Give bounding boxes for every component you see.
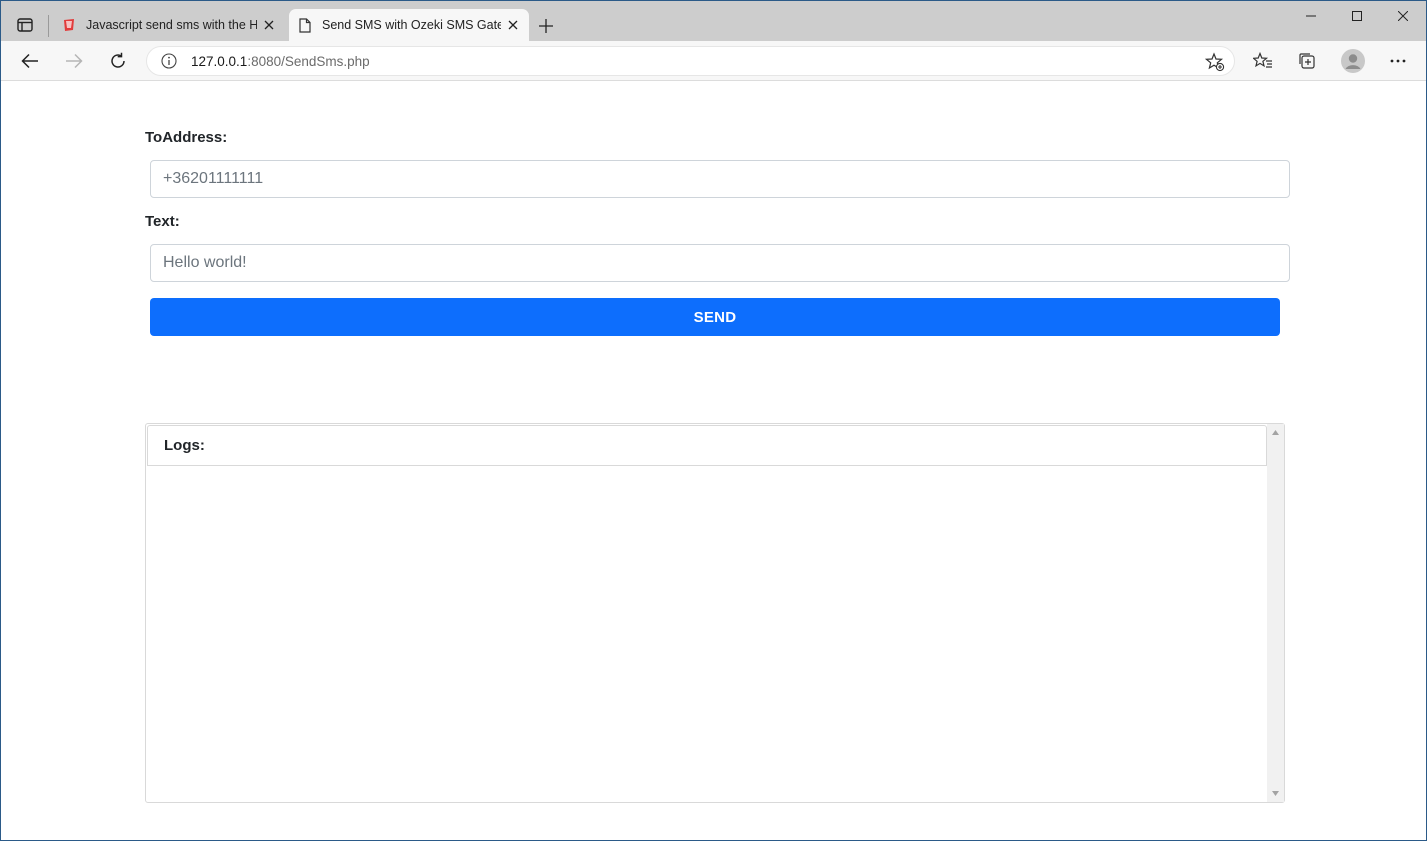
site-info-icon[interactable] (159, 51, 179, 71)
tab-javascript-send-sms[interactable]: Javascript send sms with the HTTP (53, 9, 285, 41)
page-content: ToAddress: +36201111111 Text: Hello worl… (1, 81, 1426, 840)
more-options-icon[interactable] (1382, 45, 1414, 77)
minimize-icon[interactable] (1288, 1, 1334, 31)
logs-header: Logs: (147, 425, 1267, 466)
browser-window: Javascript send sms with the HTTP Send S… (0, 0, 1427, 841)
tab-separator (48, 15, 49, 37)
address-bar[interactable]: 127.0.0.1:8080/SendSms.php (146, 46, 1235, 76)
to-address-label: ToAddress: (145, 129, 228, 146)
logs-scrollbar[interactable] (1267, 424, 1284, 802)
favorites-icon[interactable] (1247, 45, 1279, 77)
scroll-down-arrow-icon[interactable] (1267, 785, 1284, 802)
tab-send-sms-ozeki[interactable]: Send SMS with Ozeki SMS Gateway (289, 9, 529, 41)
window-controls (1288, 1, 1426, 31)
add-favorite-icon[interactable] (1204, 51, 1226, 73)
refresh-icon[interactable] (102, 45, 134, 77)
url-rest: :8080/SendSms.php (247, 53, 370, 69)
tab-close-icon[interactable] (501, 13, 525, 37)
to-address-input[interactable]: +36201111111 (150, 160, 1290, 198)
tab-title: Send SMS with Ozeki SMS Gateway (322, 18, 501, 32)
collections-icon[interactable] (1291, 45, 1323, 77)
profile-avatar-icon[interactable] (1337, 45, 1369, 77)
tab-title: Javascript send sms with the HTTP (86, 18, 257, 32)
maximize-icon[interactable] (1334, 1, 1380, 31)
ozeki-favicon-icon (61, 17, 77, 33)
send-button[interactable]: SEND (150, 298, 1280, 336)
url-host: 127.0.0.1 (191, 53, 248, 69)
browser-toolbar: 127.0.0.1:8080/SendSms.php (1, 41, 1426, 81)
address-url: 127.0.0.1:8080/SendSms.php (191, 54, 370, 69)
new-tab-plus-icon[interactable] (532, 13, 560, 39)
forward-arrow-icon[interactable] (58, 45, 90, 77)
text-input[interactable]: Hello world! (150, 244, 1290, 282)
text-label: Text: (145, 213, 180, 230)
tab-actions-icon[interactable] (9, 10, 41, 40)
back-arrow-icon[interactable] (14, 45, 46, 77)
page-icon (297, 17, 313, 33)
tab-strip: Javascript send sms with the HTTP Send S… (1, 1, 1426, 41)
scroll-up-arrow-icon[interactable] (1267, 424, 1284, 441)
window-close-icon[interactable] (1380, 1, 1426, 31)
logs-panel[interactable]: Logs: (145, 423, 1285, 803)
tab-close-icon[interactable] (257, 13, 281, 37)
